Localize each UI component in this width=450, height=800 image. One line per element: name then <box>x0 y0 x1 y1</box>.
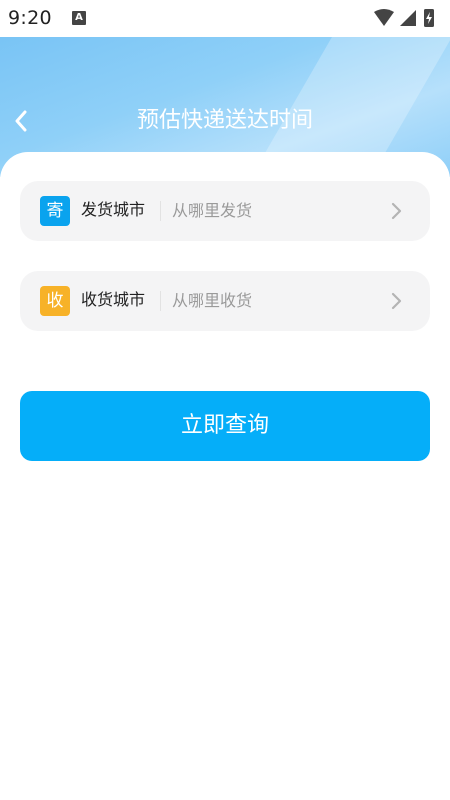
send-city-field[interactable]: 寄 发货城市 从哪里发货 <box>20 181 430 241</box>
content-card <box>0 152 450 800</box>
send-city-placeholder: 从哪里发货 <box>172 201 253 220</box>
send-city-label: 发货城市 <box>81 200 146 219</box>
page-title: 预估快递送达时间 <box>136 108 313 133</box>
send-field-divider <box>160 201 161 221</box>
signal-icon <box>400 10 416 26</box>
wifi-icon <box>374 9 394 26</box>
send-badge: 寄 <box>40 196 70 226</box>
status-bar: 9:20 A <box>0 0 450 37</box>
query-button[interactable]: 立即查询 <box>20 391 430 461</box>
receive-field-divider <box>160 291 161 311</box>
chevron-right-icon <box>391 292 402 310</box>
status-time: 9:20 <box>8 7 52 29</box>
notification-a-letter: A <box>75 12 83 23</box>
receive-city-placeholder: 从哪里收货 <box>172 291 253 310</box>
chevron-right-icon <box>391 202 402 220</box>
receive-city-field[interactable]: 收 收货城市 从哪里收货 <box>20 271 430 331</box>
receive-city-label: 收货城市 <box>81 290 146 309</box>
receive-badge: 收 <box>40 286 70 316</box>
notification-a-icon: A <box>72 11 86 25</box>
status-icons <box>374 9 434 27</box>
